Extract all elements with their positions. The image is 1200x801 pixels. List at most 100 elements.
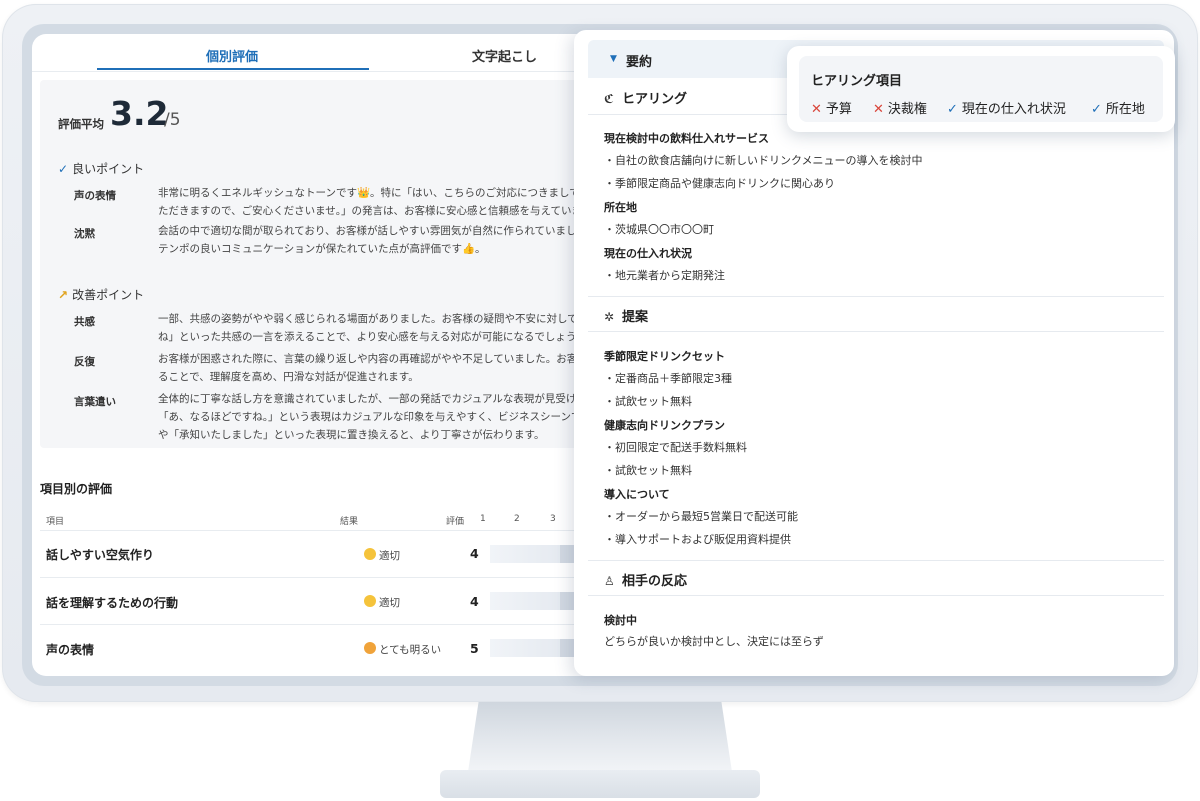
point-text-line: 一部、共感の姿勢がやや弱く感じられる場面がありました。お客様の疑問や不安に対して… xyxy=(158,313,588,325)
hearing-bullet: ・季節限定商品や健康志向ドリンクに関心あり xyxy=(604,177,835,190)
check-icon: ✓ xyxy=(947,102,958,117)
improve-points-heading: ↗ 改善ポイント xyxy=(58,286,144,303)
monitor-stand-neck xyxy=(468,702,732,772)
proposal-group-title: 季節限定ドリンクセット xyxy=(604,350,725,363)
table-row-result: 適切 xyxy=(379,550,400,562)
hearing-item-location: ✓ 所在地 xyxy=(1091,98,1145,117)
check-icon: ✓ xyxy=(1091,102,1102,117)
trend-up-icon: ↗ xyxy=(58,288,69,302)
point-text: 会話の中で適切な間が取られており、お客様が話しやすい雰囲気が自然に作られていまし… xyxy=(158,222,598,258)
hearing-group-title: 現在検討中の飲料仕入れサービス xyxy=(604,132,769,145)
point-text-line: 非常に明るくエネルギッシュなトーンです👑。特に「はい、こちらのご対応につきまして… xyxy=(158,187,591,199)
section-divider xyxy=(588,296,1164,297)
improve-points-title: 改善ポイント xyxy=(72,288,145,302)
hearing-items-title: ヒアリング項目 xyxy=(811,74,903,89)
monitor-stand-base xyxy=(440,770,760,798)
active-tab-indicator xyxy=(97,68,369,70)
hearing-group-title: 所在地 xyxy=(604,201,637,214)
item-evaluation-title: 項目別の評価 xyxy=(40,482,113,496)
lightbulb-icon: ✲ xyxy=(604,310,615,324)
proposal-bullet: ・オーダーから最短5営業日で配送可能 xyxy=(604,510,798,523)
section-divider xyxy=(588,595,1164,596)
scale-label-1: 1 xyxy=(480,514,486,524)
row-divider xyxy=(40,577,600,578)
cross-icon: ✕ xyxy=(873,102,884,117)
proposal-bullet: ・初回限定で配送手数料無料 xyxy=(604,441,747,454)
check-icon: ✓ xyxy=(58,162,69,176)
proposal-group-title: 健康志向ドリンクプラン xyxy=(604,419,725,432)
reaction-section-title: ♙ 相手の反応 xyxy=(604,570,687,589)
person-icon: ♙ xyxy=(604,574,615,588)
point-text: お客様が困惑された際に、言葉の繰り返しや内容の再確認がやや不足していました。お客… xyxy=(158,350,598,386)
tab-individual-evaluation[interactable]: 個別評価 xyxy=(206,46,258,65)
point-label: 共感 xyxy=(74,316,95,328)
row-divider xyxy=(40,530,600,531)
hearing-group-title: 現在の仕入れ状況 xyxy=(604,247,692,260)
point-label: 沈黙 xyxy=(74,228,95,240)
point-text-line: ることで、理解度を高め、円滑な対話が促進されます。 xyxy=(158,371,419,383)
proposal-section-title: ✲ 提案 xyxy=(604,306,648,325)
column-header-result: 結果 xyxy=(340,517,359,527)
hearing-items-popup: ヒアリング項目 ✕ 予算 ✕ 決裁権 ✓ 現在の仕入れ状況 ✓ 所在地 xyxy=(787,46,1175,132)
hearing-bullet: ・自社の飲食店舗向けに新しいドリンクメニューの導入を検討中 xyxy=(604,154,923,167)
point-text: 一部、共感の姿勢がやや弱く感じられる場面がありました。お客様の疑問や不安に対して… xyxy=(158,310,598,346)
hearing-item-budget: ✕ 予算 xyxy=(811,98,852,117)
hearing-item-label: 所在地 xyxy=(1105,102,1145,117)
score-bar-end xyxy=(560,592,574,610)
column-header-score: 評価 xyxy=(446,517,465,527)
proposal-bullet: ・定番商品＋季節限定3種 xyxy=(604,372,732,385)
grin-icon xyxy=(364,642,376,654)
point-text-line: ね」といった共感の一言を添えることで、より安心感を与える対応が可能になるでしょう… xyxy=(158,331,587,343)
average-denominator: /5 xyxy=(164,110,181,130)
caret-down-icon: ▼ xyxy=(610,54,617,64)
table-row-label: 話しやすい空気作り xyxy=(46,548,154,562)
hearing-bullet: ・地元業者から定期発注 xyxy=(604,269,725,282)
proposal-bullet: ・試飲セット無料 xyxy=(604,464,692,477)
tab-transcription[interactable]: 文字起こし xyxy=(472,46,537,65)
point-text-line: テンポの良いコミュニケーションが保たれていた点が高評価です👍。 xyxy=(158,243,486,255)
proposal-bullet: ・導入サポートおよび販促用資料提供 xyxy=(604,533,791,546)
good-points-title: 良いポイント xyxy=(72,162,145,176)
table-row-score: 5 xyxy=(470,641,479,656)
cross-icon: ✕ xyxy=(811,102,822,117)
hearing-item-label: 決裁権 xyxy=(887,102,927,117)
hearing-item-authority: ✕ 決裁権 xyxy=(873,98,927,117)
hearing-section-title: ℭ ヒアリング xyxy=(604,88,687,107)
smile-icon xyxy=(364,548,376,560)
point-text-line: お客様が困惑された際に、言葉の繰り返しや内容の再確認がやや不足していました。お客… xyxy=(158,353,588,365)
average-label: 評価平均 xyxy=(58,117,104,131)
evaluation-summary-box: 評価平均 3.2 /5 ✓ 良いポイント 声の表情 非常に明るくエネルギッシュなト… xyxy=(40,80,600,448)
proposal-bullet: ・試飲セット無料 xyxy=(604,395,692,408)
point-text: 非常に明るくエネルギッシュなトーンです👑。特に「はい、こちらのご対応につきまして… xyxy=(158,184,598,220)
hearing-bullet: ・茨城県〇〇市〇〇町 xyxy=(604,223,714,236)
table-row-score: 4 xyxy=(470,546,479,561)
proposal-group-title: 導入について xyxy=(604,488,670,501)
section-divider xyxy=(588,331,1164,332)
average-score: 3.2 xyxy=(110,94,169,133)
smile-icon xyxy=(364,595,376,607)
scale-label-3: 3 xyxy=(550,514,556,524)
point-label: 反復 xyxy=(74,356,95,368)
section-divider xyxy=(588,560,1164,561)
reaction-title: 相手の反応 xyxy=(622,574,688,589)
proposal-title: 提案 xyxy=(622,310,649,325)
table-row-score: 4 xyxy=(470,594,479,609)
table-row-result: とても明るい xyxy=(379,644,442,656)
table-row-label: 話を理解するための行動 xyxy=(46,596,179,610)
hearing-item-label: 予算 xyxy=(825,102,852,117)
point-text-line: 「あ、なるほどですね。」という表現はカジュアルな印象を与えやすく、ビジネスシーン… xyxy=(158,411,582,423)
point-text-line: や「承知いたしました」といった表現に置き換えると、より丁寧さが伝わります。 xyxy=(158,429,545,441)
score-bar-end xyxy=(560,639,574,657)
point-label: 言葉遣い xyxy=(74,396,116,408)
table-row-label: 声の表情 xyxy=(46,643,95,657)
point-text: 全体的に丁寧な話し方を意識されていましたが、一部の発話でカジュアルな表現が見受け… xyxy=(158,390,598,444)
good-points-heading: ✓ 良いポイント xyxy=(58,160,144,177)
point-label: 声の表情 xyxy=(74,190,116,202)
point-text-line: 会話の中で適切な間が取られており、お客様が話しやすい雰囲気が自然に作られていまし… xyxy=(158,225,598,237)
hearing-items-card: ヒアリング項目 ✕ 予算 ✕ 決裁権 ✓ 現在の仕入れ状況 ✓ 所在地 xyxy=(799,56,1163,122)
column-header-item: 項目 xyxy=(46,517,65,527)
point-text-line: 全体的に丁寧な話し方を意識されていましたが、一部の発話でカジュアルな表現が見受け… xyxy=(158,393,587,405)
reaction-sub-title: 検討中 xyxy=(604,614,637,627)
reaction-text: どちらが良いか検討中とし、決定には至らず xyxy=(604,635,824,648)
score-bar-end xyxy=(560,545,574,563)
